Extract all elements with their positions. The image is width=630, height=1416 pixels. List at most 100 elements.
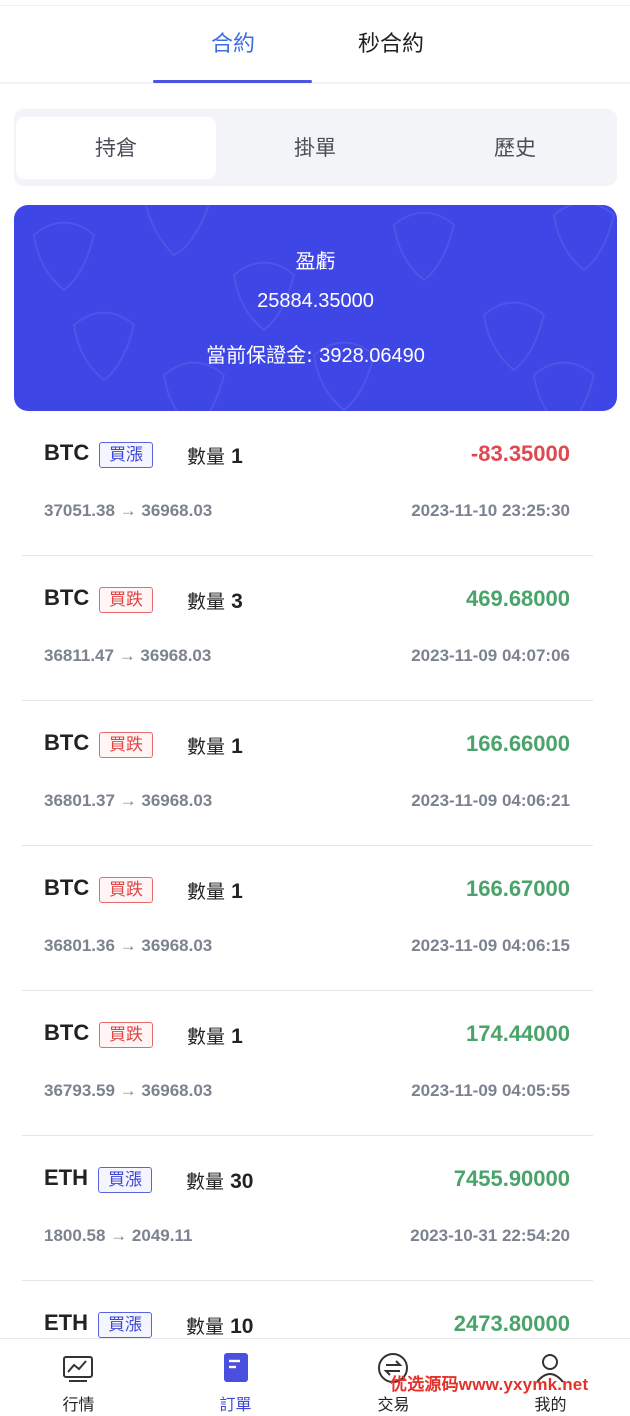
quantity-value: 1: [231, 1025, 243, 1048]
quantity: 數量 10: [186, 1312, 253, 1338]
side-badge: 買漲: [98, 1312, 152, 1338]
row-divider: [22, 555, 593, 556]
quantity-value: 1: [231, 735, 243, 758]
side-badge: 買漲: [98, 1167, 152, 1193]
quantity-label: 數量: [186, 1171, 225, 1193]
quantity: 數量 1: [187, 732, 243, 759]
watermark: 优选源码www.yxymk.net: [390, 1375, 589, 1394]
position-symbol: BTC: [44, 730, 90, 755]
quantity-label: 數量: [187, 736, 226, 758]
current-price: 36968.03: [140, 646, 212, 665]
current-price: 36968.03: [141, 791, 213, 810]
row-divider: [22, 990, 593, 991]
pnl-summary-card: 盈虧 25884.35000 當前保證金: 3928.06490: [14, 205, 617, 411]
position-symbol: BTC: [44, 1020, 90, 1045]
position-row[interactable]: BTC 買跌 數量 1 166.66000 36801.37 → 36968.0…: [0, 702, 630, 847]
side-badge: 買跌: [99, 1022, 153, 1048]
open-price: 1800.58: [44, 1226, 106, 1245]
quantity-value: 10: [230, 1315, 254, 1338]
quantity: 數量 3: [187, 587, 243, 614]
position-symbol: BTC: [44, 585, 90, 610]
position-symbol: ETH: [44, 1310, 88, 1335]
quantity-value: 30: [230, 1170, 254, 1193]
price-change: 36801.37 → 36968.03: [44, 791, 213, 810]
positions-list: BTC 買漲 數量 1 -83.35000 37051.38 → 36968.0…: [0, 412, 630, 1338]
position-row[interactable]: BTC 買跌 數量 3 469.68000 36811.47 → 36968.0…: [0, 557, 630, 702]
position-time: 2023-11-09 04:07:06: [411, 646, 570, 665]
quantity-label: 數量: [186, 1316, 225, 1338]
side-badge: 買跌: [99, 877, 153, 903]
side-badge: 買跌: [99, 732, 153, 758]
segment-pending[interactable]: 掛單: [215, 117, 415, 179]
active-tab-indicator: [153, 80, 312, 83]
position-pnl: 7455.90000: [453, 1166, 570, 1191]
segment-history[interactable]: 歷史: [415, 117, 615, 179]
position-pnl: 174.44000: [466, 1021, 570, 1046]
open-price: 37051.38: [44, 501, 115, 520]
price-change: 36801.36 → 36968.03: [44, 936, 213, 955]
pnl-total-value: 25884.35000: [257, 290, 374, 312]
quantity: 數量 1: [187, 1022, 243, 1049]
position-symbol: BTC: [44, 875, 90, 900]
open-price: 36801.37: [44, 791, 115, 810]
price-change: 36793.59 → 36968.03: [44, 1081, 213, 1100]
open-price: 36793.59: [44, 1081, 115, 1100]
position-pnl: 2473.80000: [453, 1311, 570, 1336]
position-row[interactable]: BTC 買跌 數量 1 174.44000 36793.59 → 36968.0…: [0, 992, 630, 1137]
quantity-value: 1: [231, 445, 243, 468]
position-symbol: BTC: [44, 440, 90, 465]
nav-market-label: 行情: [62, 1395, 95, 1414]
position-row[interactable]: ETH 買漲 數量 30 7455.90000 1800.58 → 2049.1…: [0, 1137, 630, 1282]
side-badge: 買漲: [99, 442, 153, 468]
pnl-title: 盈虧: [295, 249, 336, 273]
position-pnl: -83.35000: [470, 441, 570, 466]
position-time: 2023-10-31 22:54:20: [410, 1226, 570, 1245]
quantity-label: 數量: [187, 881, 226, 903]
main-tabs: 合約 秒合約: [0, 6, 630, 84]
chart-icon: [63, 1356, 93, 1382]
tab-second-contract[interactable]: 秒合約: [311, 26, 471, 58]
row-divider: [22, 1280, 593, 1281]
position-time: 2023-11-09 04:06:15: [411, 936, 570, 955]
price-change: 36811.47 → 36968.03: [44, 646, 212, 665]
margin-value: 3928.06490: [319, 345, 425, 367]
segment-positions[interactable]: 持倉: [16, 117, 216, 179]
quantity-label: 數量: [187, 1026, 226, 1048]
current-price: 36968.03: [141, 501, 213, 520]
current-price: 36968.03: [141, 1081, 213, 1100]
position-pnl: 469.68000: [466, 586, 570, 611]
segment-control: 持倉 掛單 歷史: [14, 109, 617, 186]
row-divider: [22, 700, 593, 701]
margin-line: 當前保證金: 3928.06490: [14, 339, 617, 368]
quantity: 數量 1: [187, 877, 243, 904]
position-symbol: ETH: [44, 1165, 88, 1190]
row-divider: [22, 1135, 593, 1136]
tab-contract[interactable]: 合約: [153, 26, 313, 58]
quantity-label: 數量: [187, 446, 226, 468]
quantity-label: 數量: [187, 591, 226, 613]
nav-orders-label: 訂單: [219, 1395, 252, 1414]
row-divider: [22, 845, 593, 846]
nav-market[interactable]: 行情: [0, 1339, 157, 1416]
position-pnl: 166.67000: [466, 876, 570, 901]
price-change: 37051.38 → 36968.03: [44, 501, 213, 520]
nav-orders[interactable]: 訂單: [157, 1339, 314, 1416]
position-pnl: 166.66000: [466, 731, 570, 756]
document-icon: [224, 1353, 248, 1382]
position-row[interactable]: BTC 買跌 數量 1 166.67000 36801.36 → 36968.0…: [0, 847, 630, 992]
quantity: 數量 1: [187, 442, 243, 469]
current-price: 36968.03: [141, 936, 213, 955]
position-time: 2023-11-09 04:05:55: [411, 1081, 570, 1100]
position-row[interactable]: ETH 買漲 數量 10 2473.80000: [0, 1282, 630, 1338]
price-change: 1800.58 → 2049.11: [44, 1226, 193, 1245]
current-price: 2049.11: [131, 1226, 193, 1245]
position-time: 2023-11-09 04:06:21: [411, 791, 570, 810]
position-time: 2023-11-10 23:25:30: [411, 501, 570, 520]
quantity-value: 3: [231, 590, 243, 613]
position-row[interactable]: BTC 買漲 數量 1 -83.35000 37051.38 → 36968.0…: [0, 412, 630, 557]
open-price: 36801.36: [44, 936, 115, 955]
open-price: 36811.47: [44, 646, 114, 665]
margin-label: 當前保證金:: [206, 343, 313, 367]
quantity: 數量 30: [186, 1167, 253, 1194]
quantity-value: 1: [231, 880, 243, 903]
